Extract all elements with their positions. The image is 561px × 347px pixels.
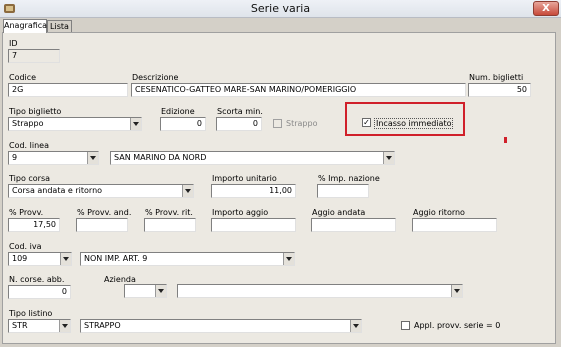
linea-description-select[interactable]: SAN MARINO DA NORD: [110, 151, 395, 165]
iva-description-value: NON IMP. ART. 9: [84, 254, 148, 263]
scorta-min-label: Scorta min.: [217, 107, 263, 116]
chevron-down-icon[interactable]: [383, 152, 394, 164]
chevron-down-icon[interactable]: [283, 253, 294, 265]
edizione-field[interactable]: 0: [160, 117, 206, 131]
cod-linea-value: 9: [12, 153, 18, 162]
linea-description-value: SAN MARINO DA NORD: [114, 153, 207, 162]
red-marker: [504, 137, 507, 143]
chevron-down-icon[interactable]: [59, 320, 70, 332]
chevron-down-icon[interactable]: [130, 118, 141, 130]
tipo-listino-select[interactable]: STR: [8, 319, 71, 333]
strappo-checkbox[interactable]: [273, 119, 282, 128]
provv-field[interactable]: 17,50: [8, 218, 60, 232]
tipo-biglietto-label: Tipo biglietto: [9, 107, 62, 116]
descrizione-field[interactable]: CESENATICO-GATTEO MARE-SAN MARINO/POMERI…: [131, 83, 466, 97]
id-field: 7: [8, 49, 60, 63]
chevron-down-icon[interactable]: [155, 285, 166, 297]
importo-unitario-label: Importo unitario: [212, 174, 277, 183]
tipo-corsa-select[interactable]: Corsa andata e ritorno: [8, 184, 194, 198]
edizione-label: Edizione: [161, 107, 195, 116]
title-bar: Serie varia X: [0, 0, 561, 18]
aggio-andata-label: Aggio andata: [312, 208, 366, 217]
num-biglietti-label: Num. biglietti: [469, 73, 524, 82]
imp-nazione-label: % Imp. nazione: [318, 174, 380, 183]
incasso-immediato-checkbox[interactable]: ✓: [362, 118, 371, 127]
tipo-biglietto-value: Strappo: [12, 119, 44, 128]
chevron-down-icon[interactable]: [451, 285, 462, 297]
chevron-down-icon[interactable]: [60, 253, 71, 265]
cod-iva-value: 109: [12, 254, 28, 263]
cod-linea-select[interactable]: 9: [8, 151, 99, 165]
incasso-immediato-label: Incasso immediato: [374, 118, 454, 129]
appl-provv-label: Appl. provv. serie = 0: [414, 321, 501, 330]
tipo-listino-value: STR: [12, 321, 28, 330]
imp-nazione-field[interactable]: [317, 184, 369, 198]
descrizione-label: Descrizione: [132, 73, 179, 82]
importo-unitario-field[interactable]: 11,00: [211, 184, 296, 198]
aggio-ritorno-field[interactable]: [412, 218, 497, 232]
tipo-biglietto-select[interactable]: Strappo: [8, 117, 142, 131]
importo-aggio-label: Importo aggio: [212, 208, 269, 217]
appl-provv-checkbox[interactable]: [401, 321, 410, 330]
id-label: ID: [9, 39, 18, 48]
provv-rit-label: % Provv. rit.: [145, 208, 193, 217]
n-corse-abb-label: N. corse. abb.: [9, 275, 65, 284]
provv-rit-field[interactable]: [144, 218, 196, 232]
azienda-description-select[interactable]: [177, 284, 463, 298]
num-biglietti-field[interactable]: 50: [468, 83, 531, 97]
iva-description-select[interactable]: NON IMP. ART. 9: [80, 252, 295, 266]
aggio-andata-field[interactable]: [311, 218, 396, 232]
window-title: Serie varia: [250, 2, 311, 15]
codice-field[interactable]: 2G: [8, 83, 128, 97]
n-corse-abb-field[interactable]: 0: [8, 285, 71, 299]
provv-and-field[interactable]: [76, 218, 128, 232]
chevron-down-icon[interactable]: [350, 320, 361, 332]
close-button[interactable]: X: [533, 1, 559, 16]
importo-aggio-field[interactable]: [211, 218, 296, 232]
provv-label: % Provv.: [9, 208, 44, 217]
codice-label: Codice: [9, 73, 37, 82]
cod-iva-label: Cod. iva: [9, 242, 42, 251]
listino-description-select[interactable]: STRAPPO: [80, 319, 362, 333]
tipo-corsa-value: Corsa andata e ritorno: [12, 186, 103, 195]
tipo-listino-label: Tipo listino: [9, 309, 53, 318]
aggio-ritorno-label: Aggio ritorno: [413, 208, 465, 217]
chevron-down-icon[interactable]: [182, 185, 193, 197]
tab-anagrafica[interactable]: Anagrafica: [3, 19, 47, 33]
scorta-min-field[interactable]: 0: [216, 117, 262, 131]
chevron-down-icon[interactable]: [87, 152, 98, 164]
tipo-corsa-label: Tipo corsa: [9, 174, 51, 183]
cod-iva-select[interactable]: 109: [8, 252, 72, 266]
azienda-label: Azienda: [104, 275, 136, 284]
tab-lista[interactable]: Lista: [47, 20, 72, 32]
azienda-select[interactable]: [124, 284, 167, 298]
cod-linea-label: Cod. linea: [9, 141, 49, 150]
provv-and-label: % Provv. and.: [77, 208, 132, 217]
listino-description-value: STRAPPO: [84, 321, 121, 330]
strappo-label: Strappo: [286, 119, 318, 128]
